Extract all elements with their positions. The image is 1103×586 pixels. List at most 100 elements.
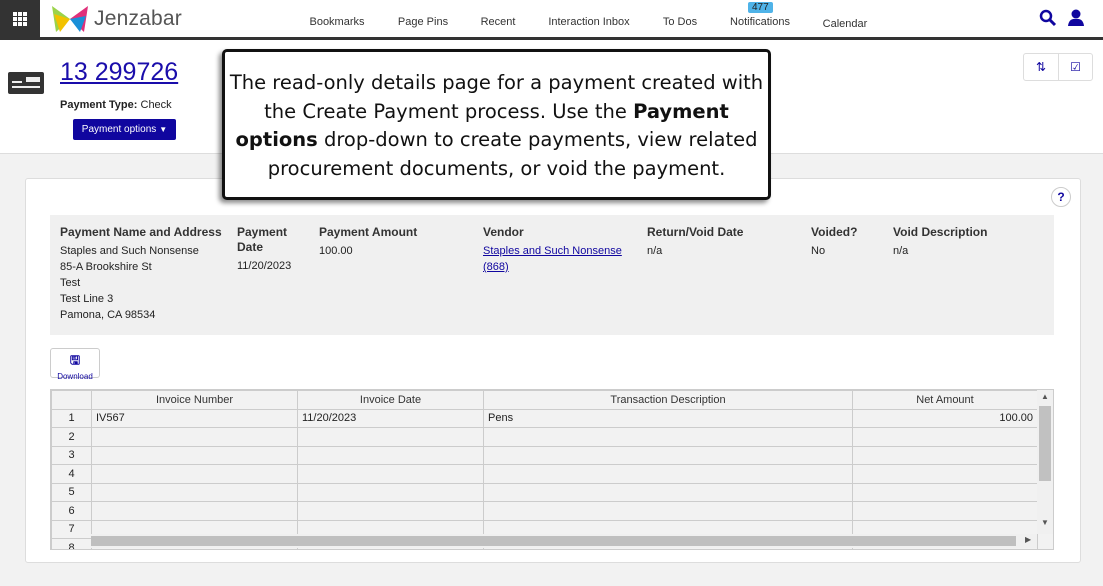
payment-number-link[interactable]: 13 299726 xyxy=(60,58,178,87)
row-number[interactable]: 5 xyxy=(51,482,92,502)
table-row[interactable]: 6 xyxy=(51,501,1038,521)
vendor-field: Vendor Staples and Such Nonsense (868) xyxy=(483,225,633,275)
grid-icon xyxy=(13,11,27,26)
nav-page-pins[interactable]: Page Pins xyxy=(398,16,448,28)
address-line: Test Line 3 xyxy=(60,293,114,305)
row-number[interactable]: 8 xyxy=(51,538,92,549)
nav-bookmarks[interactable]: Bookmarks xyxy=(309,16,364,28)
nav-to-dos[interactable]: To Dos xyxy=(663,16,697,28)
column-header[interactable]: Invoice Date xyxy=(297,390,484,410)
row-number[interactable]: 6 xyxy=(51,501,92,521)
payment-options-label: Payment options xyxy=(81,124,157,135)
address-line: Staples and Such Nonsense xyxy=(60,245,199,257)
invoice-date-cell[interactable] xyxy=(297,501,484,521)
net-amount-cell[interactable] xyxy=(852,427,1038,447)
scroll-right-icon[interactable]: ▶ xyxy=(1025,535,1031,544)
column-header[interactable]: Transaction Description xyxy=(483,390,853,410)
column-header[interactable]: Invoice Number xyxy=(91,390,298,410)
invoice-number-cell[interactable] xyxy=(91,482,298,502)
jenzabar-logo[interactable]: Jenzabar xyxy=(50,4,182,34)
row-number[interactable]: 3 xyxy=(51,445,92,465)
invoice-date-cell[interactable] xyxy=(297,482,484,502)
description-cell[interactable] xyxy=(483,464,853,484)
app-menu-button[interactable] xyxy=(0,0,40,37)
invoice-number-cell[interactable] xyxy=(91,445,298,465)
field-value: n/a xyxy=(647,245,663,257)
download-button[interactable]: 🖫 Download xyxy=(50,348,100,381)
nav-notifications[interactable]: Notifications xyxy=(730,16,790,28)
field-label: Voided? xyxy=(811,225,858,239)
address-line: Pamona, CA 98534 xyxy=(60,309,156,321)
description-cell[interactable]: Pens xyxy=(483,408,853,428)
row-number[interactable]: 1 xyxy=(51,408,92,428)
field-label: Vendor xyxy=(483,225,524,239)
user-icon[interactable] xyxy=(1067,8,1085,26)
nav-recent[interactable]: Recent xyxy=(481,16,516,28)
field-label: Payment Name and Address xyxy=(60,225,222,239)
payment-amount-field: Payment Amount 100.00 xyxy=(319,225,417,259)
field-value: n/a xyxy=(893,245,909,257)
invoice-date-cell[interactable]: 11/20/2023 xyxy=(297,408,484,428)
invoice-date-cell[interactable] xyxy=(297,445,484,465)
table-row[interactable]: 1 IV567 11/20/2023 Pens 100.00 xyxy=(51,408,1038,428)
field-label: Payment Date xyxy=(237,225,288,254)
notification-badge: 477 xyxy=(748,2,773,13)
butterfly-icon xyxy=(52,6,88,32)
table-row[interactable]: 4 xyxy=(51,464,1038,484)
scroll-thumb[interactable] xyxy=(91,536,1016,546)
payment-type-value: Check xyxy=(140,99,172,111)
net-amount-cell[interactable] xyxy=(852,482,1038,502)
save-download-icon: 🖫 xyxy=(69,353,81,367)
net-amount-cell[interactable] xyxy=(852,501,1038,521)
description-cell[interactable] xyxy=(483,427,853,447)
compare-icon[interactable]: ⇅ xyxy=(1024,54,1058,80)
net-amount-cell[interactable]: 100.00 xyxy=(852,408,1038,428)
description-cell[interactable] xyxy=(483,501,853,521)
net-amount-cell[interactable] xyxy=(852,464,1038,484)
invoice-number-cell[interactable] xyxy=(91,501,298,521)
column-header[interactable]: Net Amount xyxy=(852,390,1038,410)
invoice-number-cell[interactable] xyxy=(91,464,298,484)
help-button[interactable]: ? xyxy=(1051,187,1071,207)
table-row[interactable]: 2 xyxy=(51,427,1038,447)
payment-type-label: Payment Type: xyxy=(60,99,138,111)
caret-down-icon: ▼ xyxy=(159,125,168,134)
search-icon[interactable] xyxy=(1039,9,1057,27)
description-cell[interactable] xyxy=(483,445,853,465)
nav-calendar[interactable]: Calendar xyxy=(823,18,868,30)
payment-options-button[interactable]: Payment options ▼ xyxy=(73,119,176,140)
field-value: 100.00 xyxy=(319,245,353,257)
horizontal-scrollbar[interactable]: ▶ xyxy=(91,534,1037,548)
brand-name: Jenzabar xyxy=(94,7,182,30)
download-label: Download xyxy=(57,372,93,381)
invoice-grid: Invoice Number Invoice Date Transaction De… xyxy=(50,389,1054,550)
field-value: 11/20/2023 xyxy=(237,260,292,272)
top-nav-bar: Jenzabar Bookmarks Page Pins Recent Inte… xyxy=(0,0,1103,40)
row-number[interactable]: 2 xyxy=(51,427,92,447)
nav-interaction-inbox[interactable]: Interaction Inbox xyxy=(548,16,629,28)
name-address-field: Payment Name and Address Staples and Suc… xyxy=(60,225,222,323)
address-line: Test xyxy=(60,277,81,289)
scroll-down-icon[interactable]: ▼ xyxy=(1041,518,1049,527)
invoice-date-cell[interactable] xyxy=(297,427,484,447)
net-amount-cell[interactable] xyxy=(852,445,1038,465)
row-number[interactable]: 4 xyxy=(51,464,92,484)
scroll-thumb[interactable] xyxy=(1039,406,1051,481)
voided-field: Voided? No xyxy=(811,225,857,259)
vertical-scrollbar[interactable]: ▲ ▼ xyxy=(1037,390,1053,534)
invoice-number-cell[interactable] xyxy=(91,427,298,447)
instruction-callout: The read-only details page for a payment… xyxy=(222,49,771,200)
header-toolbar: ⇅ ☑ xyxy=(1023,53,1093,81)
callout-text-end: drop-down to create payments, view relat… xyxy=(267,128,758,180)
invoice-date-cell[interactable] xyxy=(297,464,484,484)
table-row[interactable]: 3 xyxy=(51,445,1038,465)
invoice-number-cell[interactable]: IV567 xyxy=(91,408,298,428)
vendor-link[interactable]: Staples and Such Nonsense (868) xyxy=(483,245,622,273)
scroll-up-icon[interactable]: ▲ xyxy=(1041,392,1049,401)
table-row[interactable]: 5 xyxy=(51,482,1038,502)
row-number[interactable]: 7 xyxy=(51,519,92,539)
description-cell[interactable] xyxy=(483,482,853,502)
return-void-date-field: Return/Void Date n/a xyxy=(647,225,743,259)
checklist-icon[interactable]: ☑ xyxy=(1058,54,1092,80)
invoice-table: Invoice Number Invoice Date Transaction De… xyxy=(51,390,1038,549)
